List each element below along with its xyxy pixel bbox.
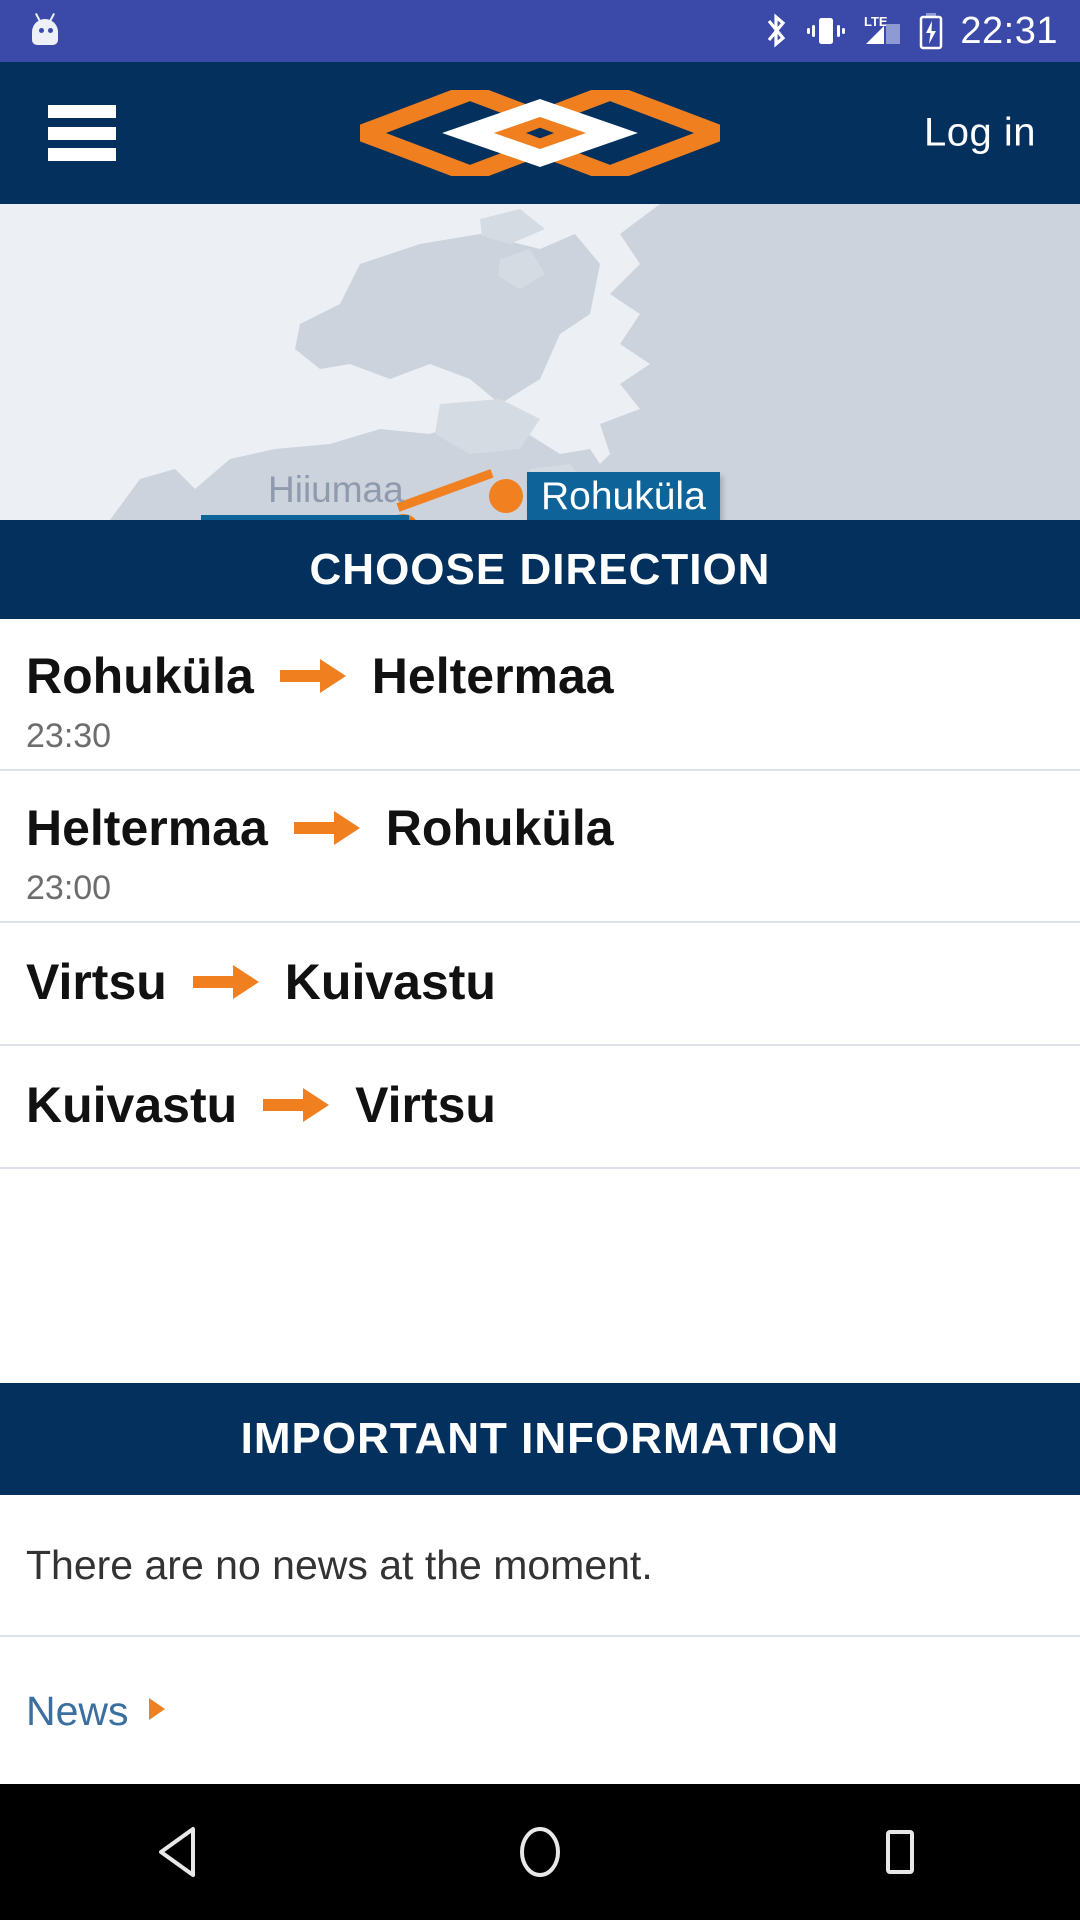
route-destination: Rohuküla <box>385 800 614 856</box>
status-bar-right: LTE 22:31 <box>762 10 1058 53</box>
recents-button[interactable] <box>825 1784 975 1920</box>
bluetooth-icon <box>768 13 786 48</box>
route-row-rohukula-heltermaa[interactable]: Rohuküla Heltermaa 23:30 <box>0 619 1080 771</box>
caret-right-icon <box>147 1696 169 1727</box>
route-list: Rohuküla Heltermaa 23:30 Heltermaa Rohuk… <box>0 619 1080 1169</box>
status-bar-clock: 22:31 <box>960 9 1058 52</box>
login-button[interactable]: Log in <box>924 111 1036 156</box>
back-triangle-icon <box>159 1827 195 1877</box>
route-destination: Virtsu <box>355 1077 496 1133</box>
route-origin: Rohuküla <box>26 648 254 704</box>
home-button[interactable] <box>465 1784 615 1920</box>
battery-charging-icon <box>920 13 943 50</box>
news-link-row[interactable]: News <box>0 1639 1080 1784</box>
app-header: Log in <box>0 62 1080 204</box>
route-endpoints: Rohuküla Heltermaa <box>26 619 1054 705</box>
route-destination: Kuivastu <box>284 954 496 1010</box>
route-departure-time: 23:00 <box>26 869 112 907</box>
vibrate-icon <box>807 18 846 44</box>
route-departure-time: 23:30 <box>26 717 112 755</box>
hamburger-menu-icon[interactable] <box>48 105 116 161</box>
back-button[interactable] <box>105 1784 255 1920</box>
route-endpoints: Virtsu Kuivastu <box>26 923 1054 1011</box>
recents-square-icon <box>886 1830 914 1874</box>
route-endpoints: Kuivastu Virtsu <box>26 1046 1054 1134</box>
route-row-virtsu-kuivastu[interactable]: Virtsu Kuivastu <box>0 923 1080 1046</box>
route-origin: Virtsu <box>26 954 167 1010</box>
route-endpoints: Heltermaa Rohuküla <box>26 771 1054 857</box>
home-circle-icon <box>520 1827 560 1877</box>
choose-direction-header: CHOOSE DIRECTION <box>0 520 1080 619</box>
map-region-hiiumaa: Hiiumaa <box>268 469 404 510</box>
app-root: LTE 22:31 Log in Hiiumaa Rohuküla CHOOSE… <box>0 0 1080 1920</box>
port-dot-rohukula <box>489 479 523 513</box>
route-origin: Kuivastu <box>26 1077 238 1133</box>
android-robot-icon <box>28 13 62 49</box>
route-row-kuivastu-virtsu[interactable]: Kuivastu Virtsu <box>0 1046 1080 1169</box>
news-empty-message-row: There are no news at the moment. <box>0 1495 1080 1637</box>
lte-signal-icon: LTE <box>864 14 901 44</box>
svg-text:LTE: LTE <box>864 14 888 29</box>
route-row-heltermaa-rohukula[interactable]: Heltermaa Rohuküla 23:00 <box>0 771 1080 923</box>
arrow-right-icon <box>279 647 346 705</box>
map-label-rohukula[interactable]: Rohuküla <box>527 472 720 520</box>
arrow-right-icon <box>293 799 360 857</box>
arrow-right-icon <box>263 1076 330 1134</box>
route-map[interactable]: Hiiumaa Manner Saaremaa Rohuküla Helterm… <box>0 204 1080 520</box>
android-navigation-bar <box>0 1784 1080 1920</box>
status-bar: LTE 22:31 <box>0 0 1080 62</box>
status-bar-left <box>28 13 62 49</box>
arrow-right-icon <box>192 953 259 1011</box>
important-information-header: IMPORTANT INFORMATION <box>0 1383 1080 1495</box>
route-destination: Heltermaa <box>371 648 614 704</box>
news-empty-message: There are no news at the moment. <box>26 1541 653 1588</box>
ferry-company-logo[interactable] <box>338 82 742 184</box>
route-origin: Heltermaa <box>26 800 268 856</box>
news-link-label[interactable]: News <box>26 1688 129 1735</box>
logo-diamonds-icon <box>338 82 742 184</box>
